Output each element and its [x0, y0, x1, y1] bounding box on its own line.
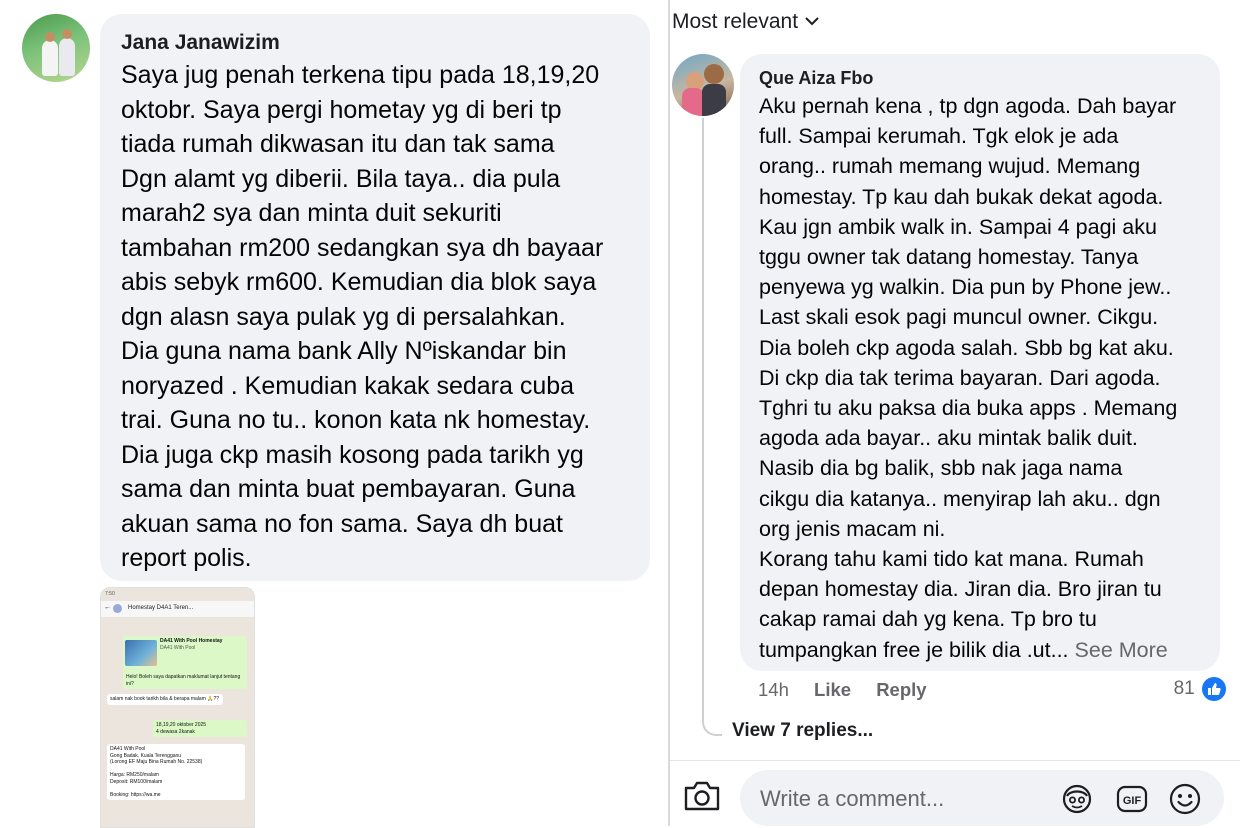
avatar-sticker-icon[interactable]: [1060, 782, 1094, 816]
view-replies-link[interactable]: View 7 replies...: [732, 720, 873, 742]
sort-label: Most relevant: [672, 10, 799, 33]
avatar[interactable]: [672, 54, 734, 116]
thumb-listing-sub: DA41 With Pool: [160, 644, 196, 651]
gif-icon[interactable]: GIF: [1115, 782, 1149, 816]
comment-text: Saya jug penah terkena tipu pada 18,19,2…: [121, 61, 604, 572]
avatar: [113, 604, 122, 613]
thumb-chat-header: ← Homestay D4A1 Teren...: [101, 601, 254, 617]
thumb-message: Helo! Boleh saya dapatkan maklumat lanju…: [123, 672, 247, 689]
emoji-icon[interactable]: [1168, 782, 1202, 816]
back-arrow-icon: ←: [104, 604, 111, 611]
like-count-value: 81: [1173, 678, 1195, 700]
thumb-message: salam nak book tarikh bila & berapa mala…: [107, 694, 223, 705]
comment-author[interactable]: Que Aiza Fbo: [759, 68, 873, 89]
left-comment-panel: Jana Janawizim Saya jug penah terkena ti…: [0, 0, 668, 828]
thumb-chat-title: Homestay D4A1 Teren...: [128, 605, 194, 611]
like-button[interactable]: Like: [814, 679, 851, 700]
chevron-down-icon: [805, 13, 819, 30]
comment-input[interactable]: [758, 782, 1042, 816]
comment-bubble: Que Aiza Fbo Aku pernah kena , tp dgn ag…: [740, 54, 1220, 671]
right-comment-panel: Most relevant Que Aiza Fbo Aku pernah ke…: [670, 0, 1240, 826]
comment-timestamp[interactable]: 14h: [758, 679, 789, 700]
avatar[interactable]: [22, 14, 90, 82]
attachment-screenshot[interactable]: 7:50 ← Homestay D4A1 Teren... DA41 With …: [100, 587, 255, 828]
comment-body: Aku pernah kena , tp dgn agoda. Dah baya…: [759, 94, 1178, 662]
reply-button[interactable]: Reply: [876, 679, 926, 700]
comment-text: Aku pernah kena , tp dgn agoda. Dah baya…: [759, 91, 1214, 665]
thumb-status-time: 7:50: [105, 591, 115, 597]
composer-separator: [670, 760, 1240, 761]
thumbs-up-icon: [1202, 677, 1226, 701]
thread-line: [702, 118, 704, 713]
thumb-pool-image: [125, 640, 157, 666]
like-count[interactable]: 81: [1174, 677, 1226, 701]
comment-composer[interactable]: GIF: [740, 770, 1224, 826]
comment-author[interactable]: Jana Janawizim: [121, 31, 280, 55]
comment-actions: 14h Like Reply: [758, 679, 947, 701]
thumb-message: 18,19,20 oktober 2025 4 dewasa 2kanak: [153, 720, 247, 737]
comment-bubble: Jana Janawizim Saya jug penah terkena ti…: [100, 14, 650, 581]
thumb-message: DA41 With Pool Gong Badak, Kuala Terengg…: [107, 744, 245, 800]
see-more-link[interactable]: See More: [1075, 638, 1168, 662]
gif-label: GIF: [1123, 795, 1142, 807]
thread-curve: [702, 700, 722, 736]
sort-dropdown[interactable]: Most relevant: [672, 10, 819, 34]
camera-icon[interactable]: [682, 778, 724, 820]
